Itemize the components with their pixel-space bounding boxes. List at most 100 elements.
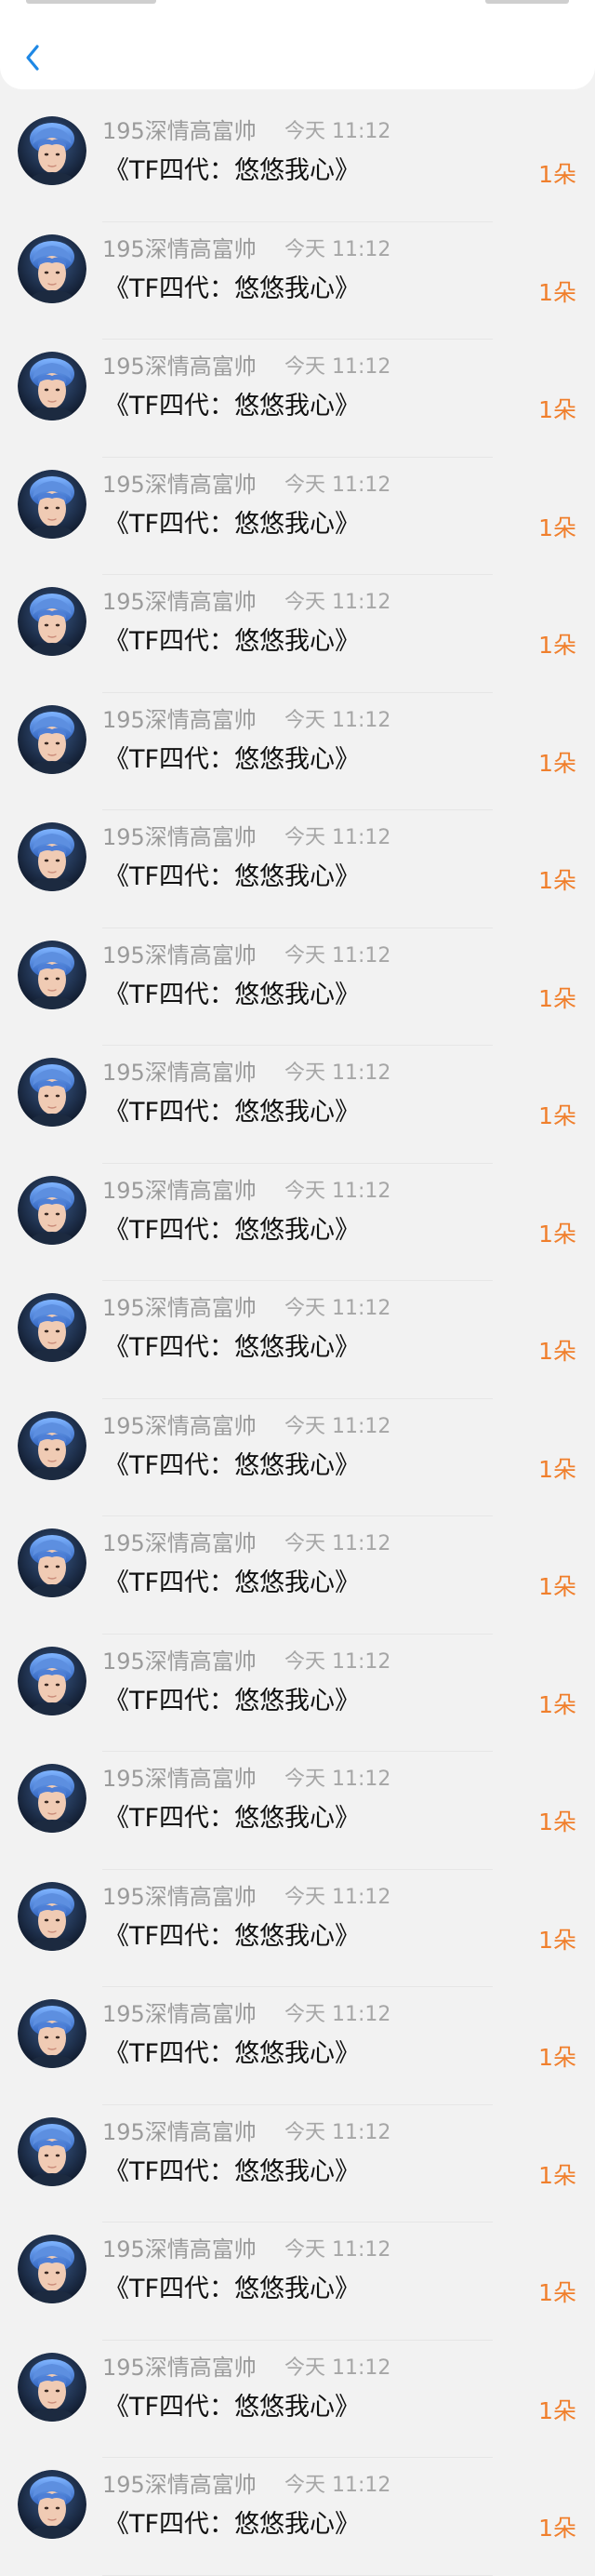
- list-item[interactable]: 195深情高富帅 今天 11:12 《TF四代：悠悠我心》 1朵: [0, 2341, 595, 2459]
- gift-record-list: 195深情高富帅 今天 11:12 《TF四代：悠悠我心》 1朵 195深情高富…: [0, 104, 595, 2576]
- list-item[interactable]: 195深情高富帅 今天 11:12 《TF四代：悠悠我心》 1朵: [0, 928, 595, 1047]
- avatar-portrait-icon: [18, 2470, 86, 2539]
- sender-name: 195深情高富帅: [102, 1060, 257, 1086]
- list-item[interactable]: 195深情高富帅 今天 11:12 《TF四代：悠悠我心》 1朵: [0, 104, 595, 222]
- sender-name: 195深情高富帅: [102, 941, 257, 968]
- list-item[interactable]: 195深情高富帅 今天 11:12 《TF四代：悠悠我心》 1朵: [0, 2105, 595, 2223]
- avatar[interactable]: [18, 2352, 86, 2422]
- flower-count: 1朵: [538, 161, 576, 188]
- timestamp: 今天 11:12: [284, 1768, 391, 1791]
- avatar[interactable]: [18, 116, 86, 185]
- avatar[interactable]: [18, 1528, 86, 1597]
- sender-name: 195深情高富帅: [102, 589, 257, 615]
- flower-count: 1朵: [538, 1338, 576, 1365]
- work-title: 《TF四代：悠悠我心》: [104, 2039, 361, 2068]
- avatar-portrait-icon: [18, 352, 86, 420]
- work-title: 《TF四代：悠悠我心》: [104, 2156, 361, 2186]
- avatar[interactable]: [18, 2116, 86, 2186]
- work-title: 《TF四代：悠悠我心》: [104, 2275, 361, 2303]
- avatar[interactable]: [18, 352, 86, 420]
- status-bar-left-fragment: [26, 0, 156, 4]
- list-item[interactable]: 195深情高富帅 今天 11:12 《TF四代：悠悠我心》 1朵: [0, 575, 595, 693]
- avatar[interactable]: [18, 234, 86, 303]
- work-title: 《TF四代：悠悠我心》: [104, 509, 361, 539]
- list-item[interactable]: 195深情高富帅 今天 11:12 《TF四代：悠悠我心》 1朵: [0, 340, 595, 458]
- list-item[interactable]: 195深情高富帅 今天 11:12 《TF四代：悠悠我心》 1朵: [0, 1164, 595, 1282]
- avatar-portrait-icon: [18, 2235, 86, 2303]
- list-item[interactable]: 195深情高富帅 今天 11:12 《TF四代：悠悠我心》 1朵: [0, 1987, 595, 2105]
- top-bar: [0, 0, 595, 89]
- avatar[interactable]: [18, 1293, 86, 1362]
- flower-count: 1朵: [538, 1102, 576, 1129]
- avatar-portrait-icon: [18, 1058, 86, 1127]
- avatar[interactable]: [18, 1764, 86, 1833]
- work-title: 《TF四代：悠悠我心》: [104, 1568, 361, 1597]
- list-item[interactable]: 195深情高富帅 今天 11:12 《TF四代：悠悠我心》 1朵: [0, 1752, 595, 1870]
- timestamp: 今天 11:12: [284, 1179, 391, 1203]
- avatar[interactable]: [18, 2470, 86, 2539]
- timestamp: 今天 11:12: [284, 1885, 391, 1909]
- sender-name: 195深情高富帅: [102, 1412, 257, 1439]
- work-title: 《TF四代：悠悠我心》: [104, 1804, 361, 1833]
- list-item[interactable]: 195深情高富帅 今天 11:12 《TF四代：悠悠我心》 1朵: [0, 1516, 595, 1635]
- work-title: 《TF四代：悠悠我心》: [104, 1098, 361, 1127]
- list-item[interactable]: 195深情高富帅 今天 11:12 《TF四代：悠悠我心》 1朵: [0, 1635, 595, 1753]
- avatar[interactable]: [18, 1175, 86, 1245]
- avatar-portrait-icon: [18, 469, 86, 539]
- work-title: 《TF四代：悠悠我心》: [104, 274, 361, 303]
- timestamp: 今天 11:12: [284, 2238, 391, 2262]
- work-title: 《TF四代：悠悠我心》: [104, 980, 361, 1009]
- timestamp: 今天 11:12: [284, 237, 391, 261]
- timestamp: 今天 11:12: [284, 1297, 391, 1320]
- list-item[interactable]: 195深情高富帅 今天 11:12 《TF四代：悠悠我心》 1朵: [0, 693, 595, 811]
- back-button[interactable]: [13, 37, 54, 78]
- list-item[interactable]: 195深情高富帅 今天 11:12 《TF四代：悠悠我心》 1朵: [0, 810, 595, 928]
- avatar-portrait-icon: [18, 940, 86, 1009]
- avatar[interactable]: [18, 2235, 86, 2303]
- flower-count: 1朵: [538, 2396, 576, 2424]
- timestamp: 今天 11:12: [284, 1061, 391, 1085]
- avatar-portrait-icon: [18, 1175, 86, 1245]
- list-item[interactable]: 195深情高富帅 今天 11:12 《TF四代：悠悠我心》 1朵: [0, 222, 595, 340]
- list-item[interactable]: 195深情高富帅 今天 11:12 《TF四代：悠悠我心》 1朵: [0, 2458, 595, 2576]
- flower-count: 1朵: [538, 1220, 576, 1248]
- list-item[interactable]: 195深情高富帅 今天 11:12 《TF四代：悠悠我心》 1朵: [0, 2222, 595, 2341]
- avatar[interactable]: [18, 1058, 86, 1127]
- work-title: 《TF四代：悠悠我心》: [104, 392, 361, 420]
- timestamp: 今天 11:12: [284, 120, 391, 143]
- avatar[interactable]: [18, 1999, 86, 2068]
- flower-count: 1朵: [538, 984, 576, 1012]
- avatar[interactable]: [18, 940, 86, 1009]
- avatar[interactable]: [18, 1881, 86, 1951]
- sender-name: 195深情高富帅: [102, 2354, 257, 2381]
- timestamp: 今天 11:12: [284, 943, 391, 968]
- work-title: 《TF四代：悠悠我心》: [104, 2392, 361, 2422]
- avatar-portrait-icon: [18, 1528, 86, 1597]
- avatar[interactable]: [18, 704, 86, 774]
- list-item[interactable]: 195深情高富帅 今天 11:12 《TF四代：悠悠我心》 1朵: [0, 1046, 595, 1164]
- avatar[interactable]: [18, 822, 86, 891]
- list-item[interactable]: 195深情高富帅 今天 11:12 《TF四代：悠悠我心》 1朵: [0, 458, 595, 576]
- work-title: 《TF四代：悠悠我心》: [104, 1333, 361, 1362]
- avatar[interactable]: [18, 587, 86, 656]
- sender-name: 195深情高富帅: [102, 1177, 257, 1204]
- list-item[interactable]: 195深情高富帅 今天 11:12 《TF四代：悠悠我心》 1朵: [0, 1870, 595, 1988]
- list-item[interactable]: 195深情高富帅 今天 11:12 《TF四代：悠悠我心》 1朵: [0, 1399, 595, 1517]
- flower-count: 1朵: [538, 1573, 576, 1600]
- avatar-portrait-icon: [18, 2352, 86, 2422]
- avatar[interactable]: [18, 469, 86, 539]
- sender-name: 195深情高富帅: [102, 2236, 257, 2262]
- avatar-portrait-icon: [18, 1410, 86, 1480]
- list-item[interactable]: 195深情高富帅 今天 11:12 《TF四代：悠悠我心》 1朵: [0, 1281, 595, 1399]
- avatar-portrait-icon: [18, 234, 86, 303]
- work-title: 《TF四代：悠悠我心》: [104, 2510, 361, 2539]
- timestamp: 今天 11:12: [284, 473, 391, 497]
- avatar-portrait-icon: [18, 704, 86, 774]
- flower-count: 1朵: [538, 2515, 576, 2542]
- avatar-portrait-icon: [18, 1764, 86, 1833]
- avatar[interactable]: [18, 1410, 86, 1480]
- flower-count: 1朵: [538, 749, 576, 777]
- work-title: 《TF四代：悠悠我心》: [104, 1215, 361, 1245]
- sender-name: 195深情高富帅: [102, 1295, 257, 1321]
- avatar[interactable]: [18, 1646, 86, 1715]
